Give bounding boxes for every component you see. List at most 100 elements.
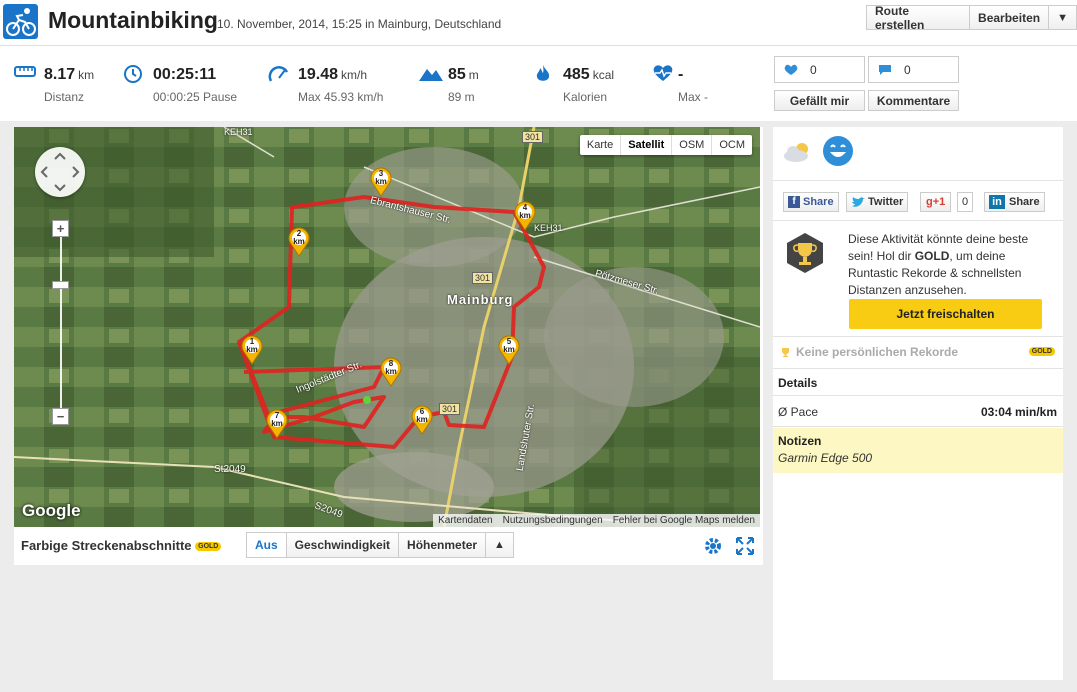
km-marker-number: 2 km — [293, 229, 305, 246]
report-error-link[interactable]: Fehler bei Google Maps melden — [608, 514, 760, 527]
pace-row: Ø Pace 03:04 min/km — [773, 397, 1063, 427]
pause-value: 00:00:25 Pause — [153, 90, 238, 104]
km-marker[interactable]: 5 km — [498, 335, 520, 365]
edit-button[interactable]: Bearbeiten — [970, 5, 1050, 30]
map-type-satellit[interactable]: Satellit — [620, 135, 671, 155]
google-logo: Google — [22, 501, 81, 520]
km-marker-number: 6 km — [416, 407, 428, 424]
page-title: Mountainbiking — [48, 7, 218, 33]
trophy-icon — [787, 233, 823, 273]
road-label: KEH31 — [224, 127, 253, 137]
km-marker[interactable]: 1 km — [241, 335, 263, 365]
map-type-karte[interactable]: Karte — [580, 135, 620, 155]
terms-link[interactable]: Nutzungsbedingungen — [498, 514, 608, 527]
map-type-osm[interactable]: OSM — [671, 135, 711, 155]
distance-unit: km — [78, 68, 95, 82]
segment-elevation-button[interactable]: Höhenmeter — [399, 532, 487, 558]
speedometer-icon — [268, 66, 289, 82]
zoom-slider[interactable] — [60, 227, 62, 417]
notes-text: Garmin Edge 500 — [778, 451, 873, 465]
ruler-icon — [14, 66, 36, 77]
likes-count: 0 — [810, 62, 817, 77]
happy-mood-icon — [823, 136, 853, 166]
heart-icon — [784, 64, 798, 75]
satellite-map[interactable]: Mainburg 301 301 301 KEH31 KEH31 Ebrants… — [14, 127, 760, 527]
social-panel: 0 0 Gefällt mir Kommentare — [770, 46, 1077, 121]
map-attribution: Kartendaten Nutzungsbedingungen Fehler b… — [433, 514, 760, 527]
details-title: Details — [778, 376, 818, 390]
likes-count-box: 0 — [774, 56, 865, 83]
map-panel: Mainburg 301 301 301 KEH31 KEH31 Ebrants… — [14, 127, 763, 565]
comment-bubble-icon — [879, 64, 891, 75]
gold-text-bold: GOLD — [914, 249, 950, 263]
segment-speed-button[interactable]: Geschwindigkeit — [286, 532, 400, 558]
flame-icon — [536, 65, 550, 81]
max-speed-value: Max 45.93 km/h — [298, 90, 384, 104]
fullscreen-icon[interactable] — [735, 536, 755, 556]
facebook-share-label: Share — [803, 196, 834, 208]
clock-icon — [124, 65, 142, 83]
km-marker-number: 5 km — [503, 337, 515, 354]
zoom-out-button[interactable]: − — [52, 408, 69, 425]
km-marker[interactable]: 7 km — [266, 409, 288, 439]
details-header: Details — [773, 368, 1063, 396]
right-sidebar: f Share Twitter g +1 0 in Share Diese Akt… — [773, 127, 1063, 680]
no-records-label: Keine persönlichen Rekorde — [796, 345, 959, 359]
weather-mood-row — [773, 127, 1063, 181]
header-actions: Route erstellen Bearbeiten ▼ — [866, 4, 1077, 32]
segment-off-button[interactable]: Aus — [246, 532, 287, 558]
pace-value: 03:04 min/km — [980, 405, 1057, 419]
more-dropdown-button[interactable]: ▼ — [1049, 5, 1077, 30]
twitter-share-label: Twitter — [868, 196, 904, 208]
km-marker[interactable]: 4 km — [514, 201, 536, 231]
speed-unit: km/h — [341, 68, 368, 82]
road-label: 301 — [472, 272, 494, 284]
segment-collapse-button[interactable]: ▲ — [486, 532, 514, 558]
notes-title: Notizen — [778, 434, 822, 448]
km-marker[interactable]: 2 km — [288, 227, 310, 257]
km-marker-number: 7 km — [271, 411, 283, 428]
map-type-ocm[interactable]: OCM — [711, 135, 752, 155]
pan-control[interactable] — [35, 147, 85, 197]
like-button[interactable]: Gefällt mir — [774, 90, 865, 111]
gplus-button[interactable]: g +1 — [920, 192, 952, 212]
km-marker-number: 8 km — [385, 359, 397, 376]
records-gold-badge: GOLD — [1028, 347, 1055, 356]
unlock-gold-button[interactable]: Jetzt freischalten — [849, 299, 1042, 329]
distance-value: 8.17 — [44, 66, 76, 83]
linkedin-share-label: Share — [1009, 196, 1040, 208]
gplus-count: 0 — [957, 192, 974, 212]
road-label: 301 — [522, 131, 544, 143]
road-label: KEH31 — [534, 223, 563, 233]
header-bar: Mountainbiking 10. November, 2014, 15:25… — [0, 0, 1077, 46]
bicycle-icon — [3, 4, 38, 39]
pace-label: Ø Pace — [778, 405, 819, 419]
facebook-icon: f — [788, 196, 800, 208]
elevation-unit: m — [468, 68, 479, 82]
km-marker[interactable]: 3 km — [370, 167, 392, 197]
calories-label: Kalorien — [563, 90, 608, 104]
town-label: Mainburg — [447, 292, 514, 307]
zoom-slider-handle[interactable] — [52, 281, 69, 289]
linkedin-share-button[interactable]: in Share — [984, 192, 1045, 212]
speed-value: 19.48 — [298, 66, 339, 83]
notes-box: Notizen Garmin Edge 500 — [773, 428, 1063, 473]
mountain-icon — [419, 69, 443, 81]
zoom-in-button[interactable]: + — [52, 220, 69, 237]
duration-value: 00:25:11 — [153, 66, 217, 83]
twitter-share-button[interactable]: Twitter — [846, 192, 909, 212]
calories-value: 485 — [563, 66, 590, 83]
elevation-sub: 89 m — [448, 90, 475, 104]
calories-unit: kcal — [592, 68, 615, 82]
trophy-small-icon — [782, 348, 789, 357]
distance-label: Distanz — [44, 90, 85, 104]
gold-promo: Diese Aktivität könnte deine beste sein!… — [773, 222, 1063, 334]
gear-icon[interactable] — [703, 536, 723, 556]
comment-button[interactable]: Kommentare — [868, 90, 959, 111]
km-marker[interactable]: 8 km — [380, 357, 402, 387]
map-toolbar: Farbige Streckenabschnitte GOLD Aus Gesc… — [14, 527, 763, 565]
create-route-button[interactable]: Route erstellen — [866, 4, 971, 32]
facebook-share-button[interactable]: f Share — [783, 192, 839, 212]
km-marker[interactable]: 6 km — [411, 405, 433, 435]
map-data-link[interactable]: Kartendaten — [433, 514, 498, 527]
